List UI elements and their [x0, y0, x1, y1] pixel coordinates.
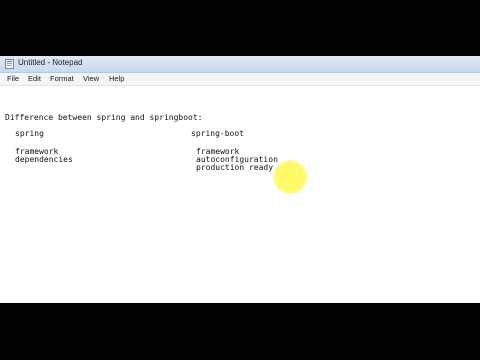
notepad-window: Untitled - Notepad File Edit Format View…	[0, 56, 480, 303]
menu-file[interactable]: File	[7, 74, 19, 83]
springboot-item: production ready	[196, 163, 274, 172]
text-editor[interactable]: Difference between spring and springboot…	[0, 86, 480, 303]
title-bar[interactable]: Untitled - Notepad	[0, 56, 480, 73]
spring-column-header: spring	[15, 129, 44, 138]
notepad-icon[interactable]	[5, 59, 14, 69]
screen: Untitled - Notepad File Edit Format View…	[0, 0, 480, 360]
menu-edit[interactable]: Edit	[28, 74, 41, 83]
heading-text: Difference between spring and springboot…	[5, 113, 203, 122]
menu-format[interactable]: Format	[50, 74, 74, 83]
window-title: Untitled - Notepad	[18, 58, 83, 67]
menu-view[interactable]: View	[83, 74, 99, 83]
spring-item: dependencies	[15, 155, 73, 164]
springboot-column-header: spring-boot	[191, 129, 244, 138]
menu-bar: File Edit Format View Help	[0, 73, 480, 86]
menu-help[interactable]: Help	[109, 74, 124, 83]
